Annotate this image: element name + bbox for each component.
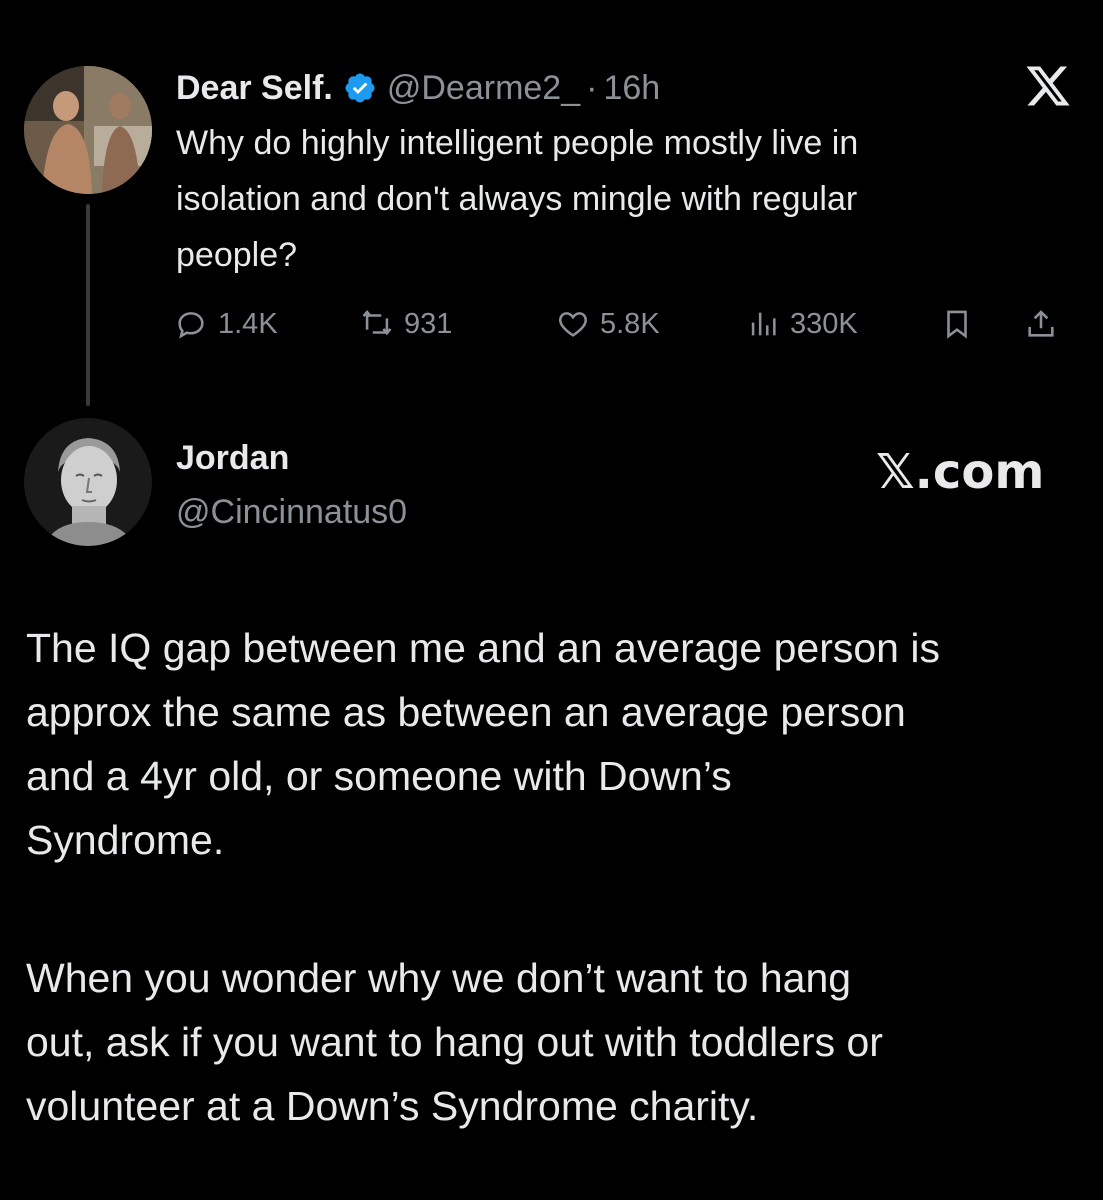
source-watermark: 𝕏.com	[876, 444, 1045, 500]
reply-author-display-name[interactable]: Jordan	[176, 436, 289, 480]
reply-text-line: The IQ gap between me and an average per…	[26, 625, 940, 671]
reply-author-handle[interactable]: @Cincinnatus0	[176, 490, 407, 534]
avatar-jordan[interactable]	[24, 418, 152, 546]
reply-count: 1.4K	[218, 307, 278, 340]
original-post-header: Dear Self. @Dearme2_ · 16h	[176, 66, 660, 110]
author-handle[interactable]: @Dearme2_	[387, 69, 580, 108]
repost-button[interactable]: 931	[360, 300, 452, 348]
reply-button[interactable]: 1.4K	[174, 300, 278, 348]
views-button[interactable]: 330K	[746, 300, 858, 348]
x-logo-icon[interactable]	[1024, 62, 1072, 110]
post-time[interactable]: 16h	[603, 69, 660, 108]
reply-paragraph-2: When you wonder why we don’t want to han…	[26, 946, 1096, 1138]
meta-separator: ·	[586, 68, 598, 107]
verified-badge-icon	[343, 71, 377, 105]
avatar-dear-self[interactable]	[24, 66, 152, 194]
share-button[interactable]	[1024, 300, 1058, 348]
views-icon	[751, 312, 776, 336]
like-icon	[559, 312, 587, 337]
repost-icon	[362, 309, 392, 336]
reply-text-line: out, ask if you want to hang out with to…	[26, 1019, 883, 1065]
avatar-image	[24, 66, 152, 194]
like-button[interactable]: 5.8K	[556, 300, 660, 348]
like-count: 5.8K	[600, 307, 660, 340]
reply-text-line: When you wonder why we don’t want to han…	[26, 955, 852, 1001]
bookmark-button[interactable]	[940, 300, 974, 348]
bookmark-icon	[947, 310, 967, 339]
thread-connector-line	[86, 204, 90, 406]
reply-paragraph-1: The IQ gap between me and an average per…	[26, 616, 1096, 872]
original-post-text-line: isolation and don't always mingle with r…	[176, 180, 858, 218]
reply-text-line: volunteer at a Down’s Syndrome charity.	[26, 1083, 759, 1129]
original-post-text: Why do highly intelligent people mostly …	[176, 115, 1076, 283]
avatar-image	[24, 418, 152, 546]
author-display-name[interactable]: Dear Self.	[176, 69, 333, 108]
reply-text-line: Syndrome.	[26, 817, 225, 863]
original-post-text-line: Why do highly intelligent people mostly …	[176, 124, 859, 162]
share-icon	[1028, 310, 1054, 337]
original-post-text-line: people?	[176, 236, 298, 274]
reply-text-line: and a 4yr old, or someone with Down’s	[26, 753, 732, 799]
views-count: 330K	[790, 307, 858, 340]
repost-count: 931	[404, 307, 453, 340]
reply-text-line: approx the same as between an average pe…	[26, 689, 906, 735]
reply-icon	[178, 312, 204, 339]
